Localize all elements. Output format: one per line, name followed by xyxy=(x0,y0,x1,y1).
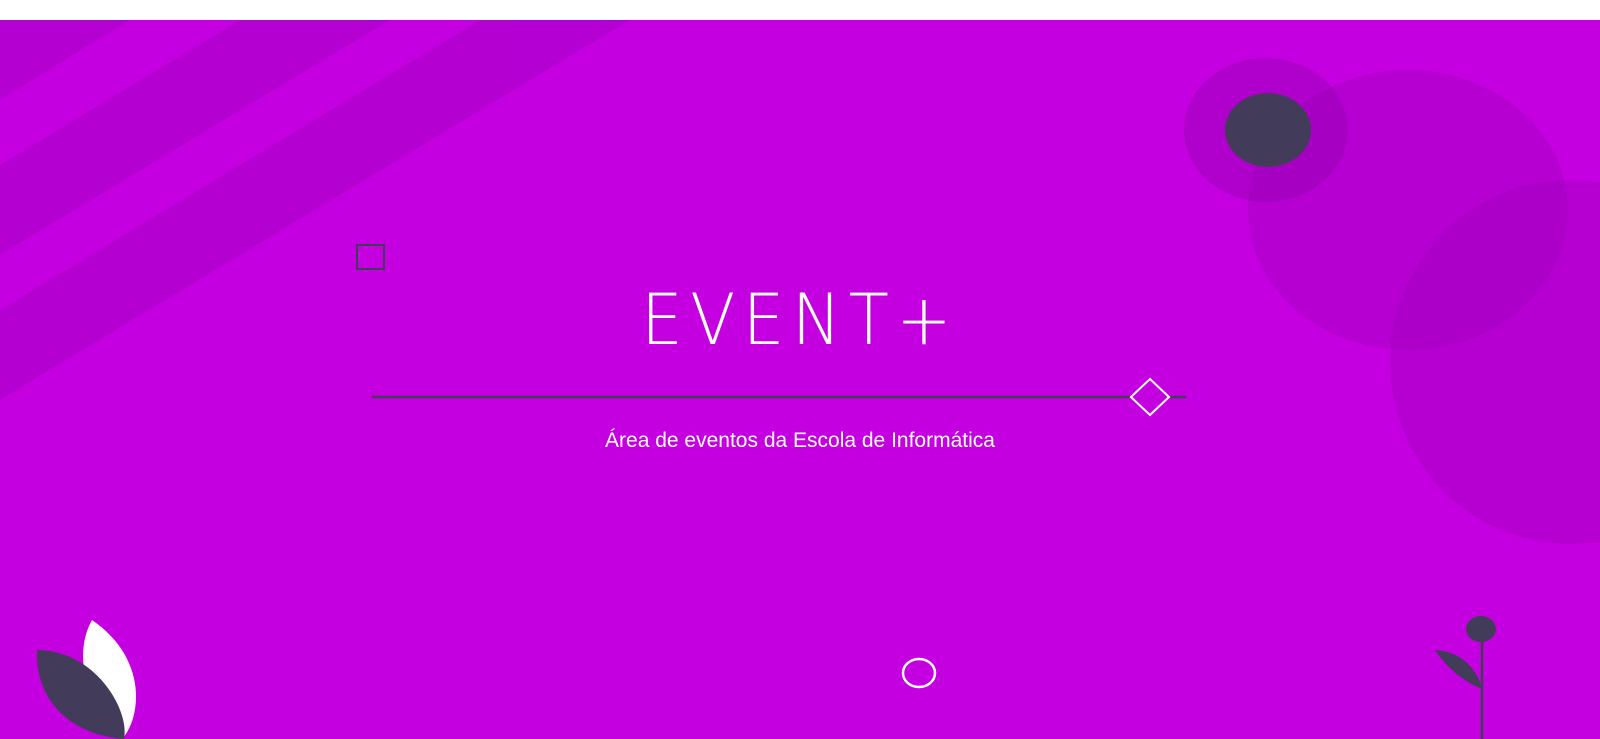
logo: EVENT+ xyxy=(620,285,980,355)
logo-text: EVENT+ xyxy=(641,279,959,361)
hero-subtitle: Área de eventos da Escola de Informática xyxy=(605,429,995,452)
hero-content: EVENT+ Área de eventos da Escola de Info… xyxy=(0,20,1600,739)
hero-banner: EVENT+ Área de eventos da Escola de Info… xyxy=(0,20,1600,739)
